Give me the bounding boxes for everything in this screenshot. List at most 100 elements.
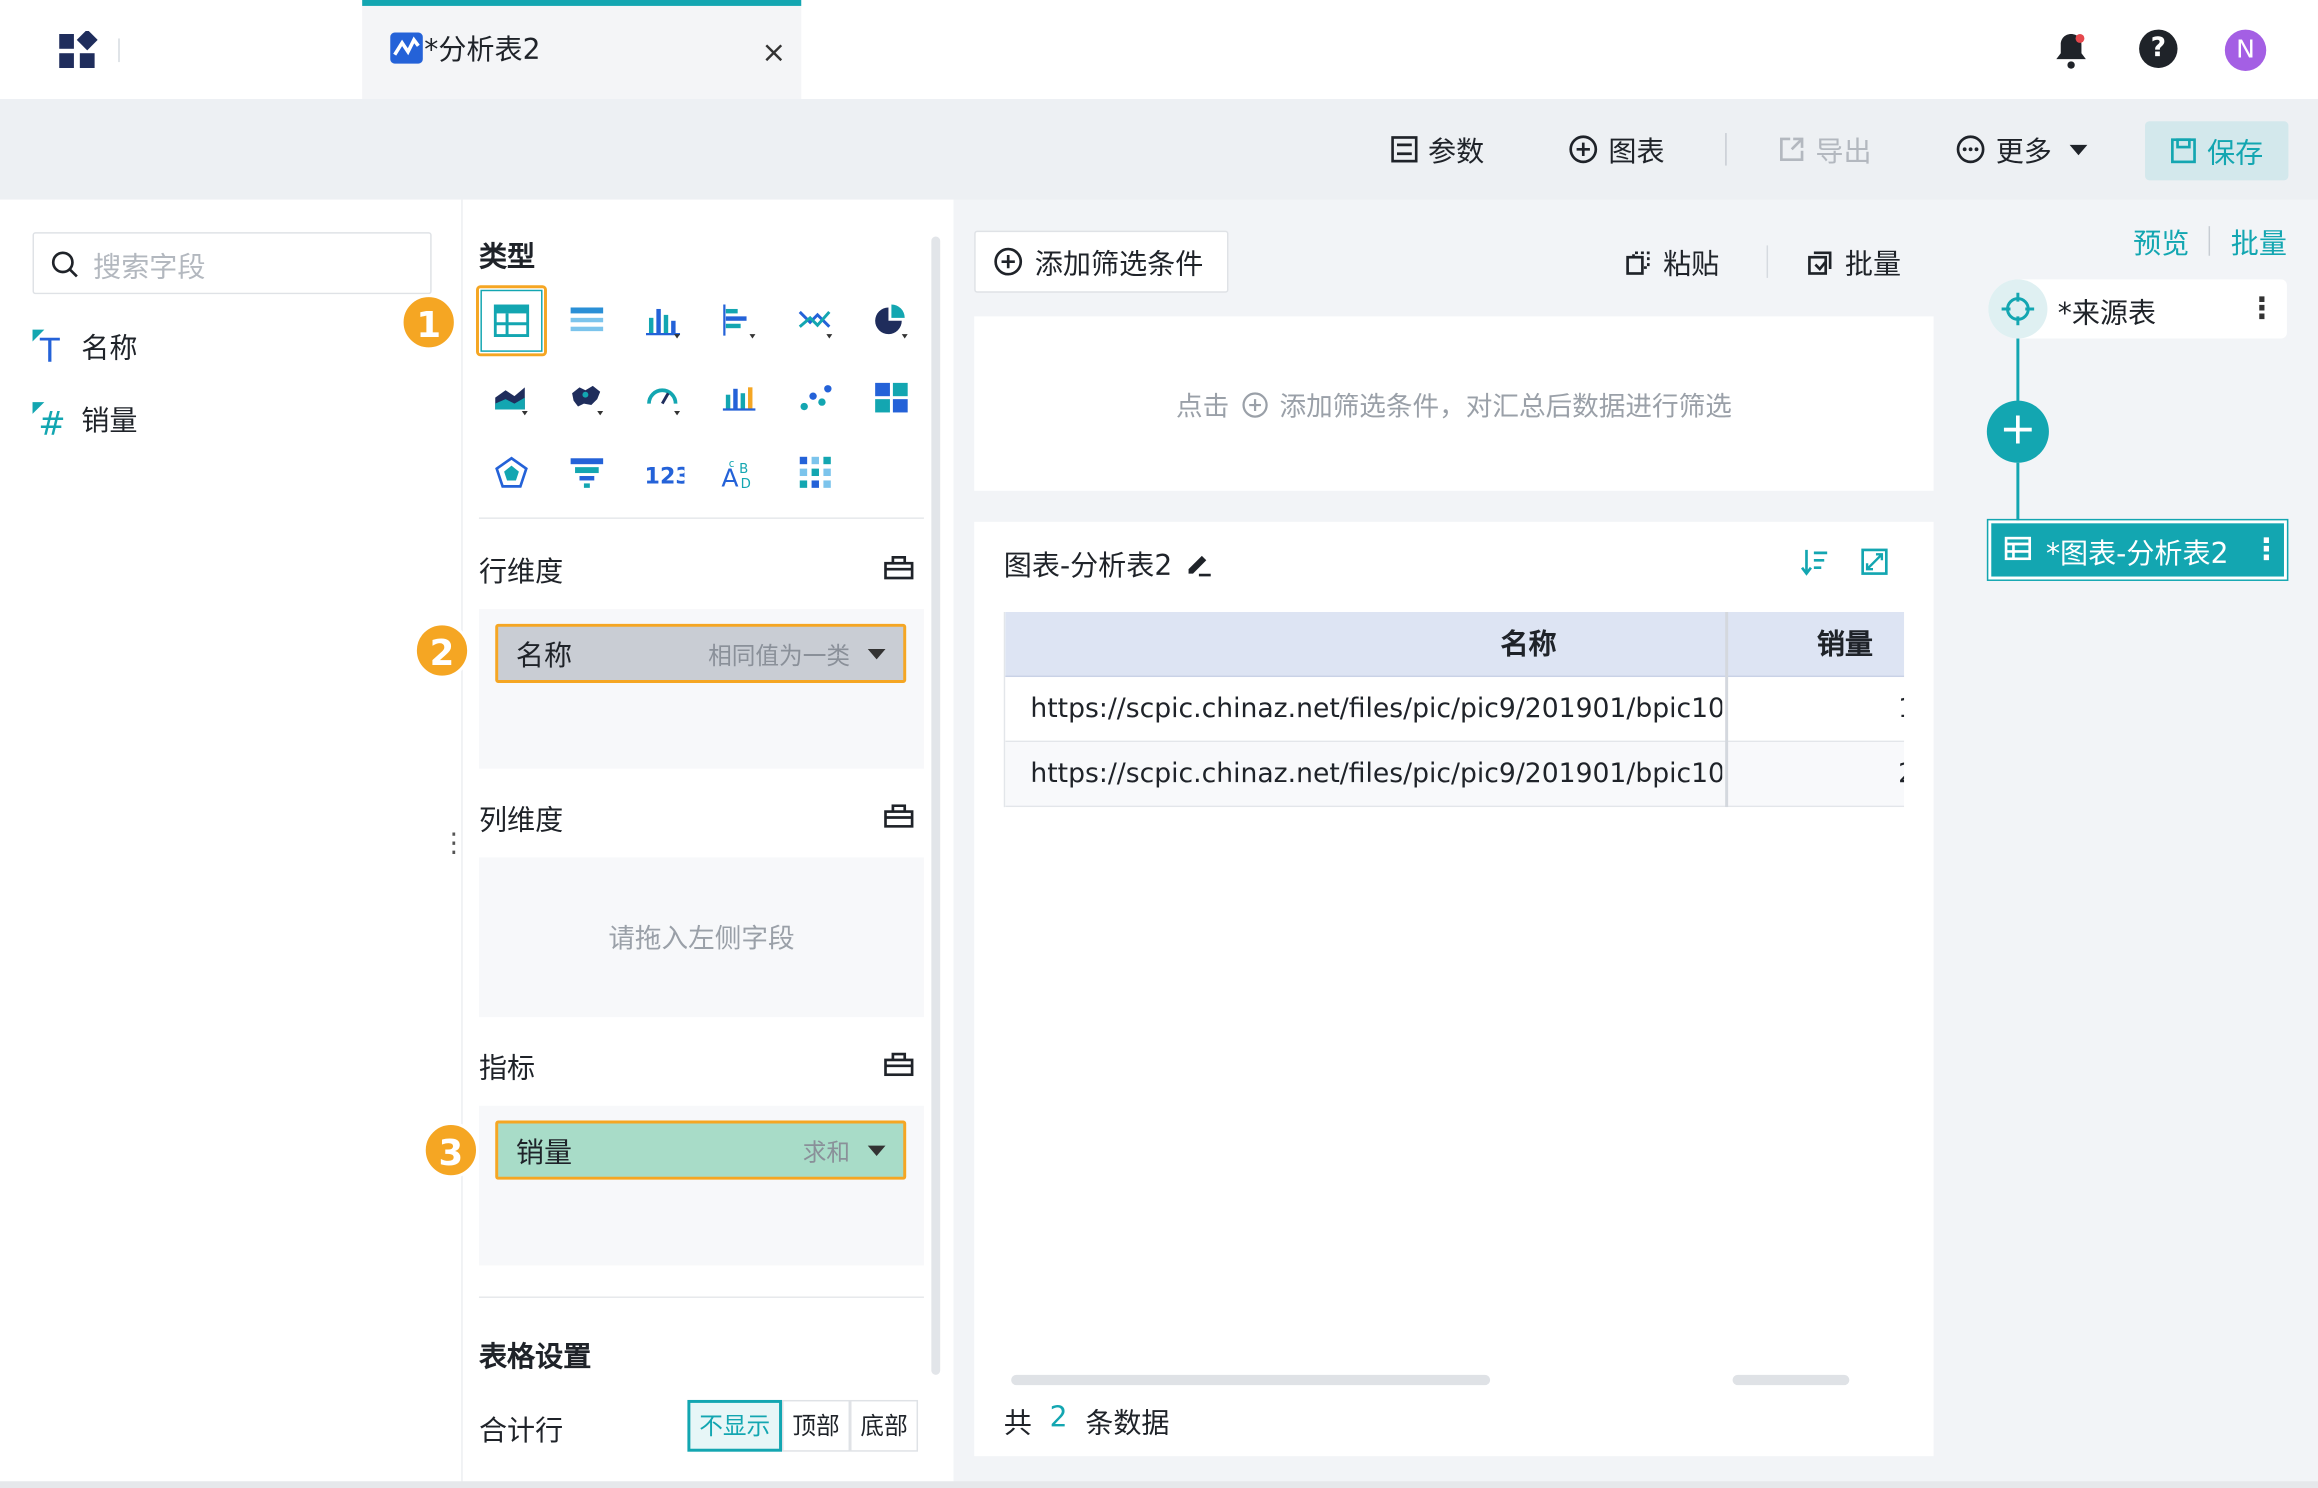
toolbar-divider bbox=[1725, 133, 1727, 166]
paste-icon bbox=[1625, 249, 1652, 276]
col-dim-title: 列维度 bbox=[478, 804, 564, 837]
combo-chart-icon[interactable] bbox=[705, 364, 773, 432]
cell-name: https://scpic.chinaz.net/files/pic/pic9/… bbox=[1030, 758, 1723, 790]
total-row-hide[interactable]: 不显示 bbox=[687, 1399, 783, 1452]
scatter-chart-icon[interactable] bbox=[782, 364, 850, 432]
metric-pill-sales[interactable]: 销量 求和 bbox=[495, 1120, 907, 1180]
toolbox-icon[interactable] bbox=[884, 1052, 914, 1077]
word-cloud-icon[interactable]: ABDc bbox=[705, 439, 773, 507]
radar-chart-icon[interactable] bbox=[477, 439, 545, 507]
row-count-number: 2 bbox=[1049, 1401, 1068, 1434]
more-button[interactable]: 更多 bbox=[1956, 130, 2088, 168]
detail-table-icon[interactable] bbox=[553, 287, 621, 355]
paste-label: 粘贴 bbox=[1663, 248, 1720, 281]
divider bbox=[1766, 245, 1769, 278]
apps-icon[interactable] bbox=[59, 31, 98, 69]
toolbox-icon[interactable] bbox=[884, 555, 914, 580]
header-name[interactable]: 名称 bbox=[1500, 612, 1556, 677]
add-chart-button[interactable]: 图表 bbox=[1568, 130, 1665, 168]
type-title: 类型 bbox=[478, 240, 536, 274]
more-label: 更多 bbox=[1995, 135, 2052, 168]
config-scrollbar[interactable] bbox=[931, 236, 941, 1375]
tab-title: *分析表2 bbox=[424, 34, 541, 67]
horizontal-bar-icon[interactable] bbox=[705, 287, 773, 355]
dashboard-block-icon[interactable] bbox=[857, 364, 925, 432]
chart-node-label: *图表-分析表2 bbox=[2045, 538, 2229, 571]
field-panel bbox=[0, 199, 462, 1488]
data-table: 名称 销量 https://scpic.chinaz.net/files/pic… bbox=[1003, 612, 1905, 808]
chart-title: 图表-分析表2 bbox=[1003, 549, 1173, 583]
total-row-bottom[interactable]: 底部 bbox=[850, 1399, 919, 1452]
column-divider[interactable] bbox=[1725, 612, 1729, 808]
toolbox-icon[interactable] bbox=[884, 804, 914, 828]
more-circle-icon bbox=[1956, 135, 1986, 165]
top-bar bbox=[0, 0, 2318, 100]
table-row[interactable]: https://scpic.chinaz.net/files/pic/pic9/… bbox=[1005, 677, 1905, 743]
paste-button[interactable]: 粘贴 bbox=[1625, 242, 1720, 282]
svg-text:T: T bbox=[39, 331, 60, 365]
bell-icon[interactable] bbox=[2053, 31, 2088, 69]
funnel-chart-icon[interactable] bbox=[553, 439, 621, 507]
add-filter-button[interactable]: 添加筛选条件 bbox=[974, 230, 1229, 293]
gauge-chart-icon[interactable] bbox=[630, 364, 698, 432]
text-field-icon: T bbox=[31, 327, 69, 366]
expand-icon[interactable] bbox=[1860, 547, 1890, 577]
chart-label: 图表 bbox=[1608, 135, 1665, 168]
horizontal-scrollbar-left[interactable] bbox=[1011, 1374, 1491, 1386]
avatar[interactable]: N bbox=[2224, 29, 2267, 71]
add-filter-label: 添加筛选条件 bbox=[1034, 247, 1204, 281]
more-vertical-icon[interactable]: ⋮ bbox=[2251, 531, 2281, 566]
line-chart-icon[interactable] bbox=[782, 287, 850, 355]
add-node-button[interactable]: + bbox=[1986, 400, 2049, 463]
svg-text:c: c bbox=[729, 458, 735, 470]
field-item-name[interactable]: T 名称 bbox=[31, 327, 138, 367]
caret-down-icon[interactable] bbox=[867, 1144, 886, 1156]
close-icon[interactable]: × bbox=[761, 34, 786, 69]
pie-chart-icon[interactable] bbox=[857, 287, 925, 355]
kpi-number-icon[interactable]: 123 bbox=[630, 439, 698, 507]
area-chart-icon[interactable] bbox=[477, 364, 545, 432]
help-icon[interactable]: ? bbox=[2139, 29, 2178, 69]
edit-icon[interactable] bbox=[1184, 548, 1214, 578]
batch-link[interactable]: 批量 bbox=[2231, 222, 2287, 262]
map-chart-icon[interactable] bbox=[553, 364, 621, 432]
filter-hint-suffix: 添加筛选条件，对汇总后数据进行筛选 bbox=[1279, 391, 1732, 423]
batch-button[interactable]: 批量 bbox=[1806, 242, 1901, 282]
row-count: 共 2 条数据 bbox=[1004, 1401, 1170, 1441]
export-label: 导出 bbox=[1815, 135, 1872, 168]
plus-circle-icon bbox=[1241, 392, 1268, 419]
table-type-icon[interactable] bbox=[477, 287, 545, 355]
pill-label: 名称 bbox=[515, 639, 573, 672]
heatmap-icon[interactable] bbox=[782, 439, 850, 507]
bar-chart-icon[interactable] bbox=[630, 287, 698, 355]
col-dim-placeholder: 请拖入左侧字段 bbox=[608, 923, 795, 955]
sort-icon[interactable] bbox=[1800, 547, 1831, 577]
flow-connector bbox=[2016, 462, 2020, 522]
header-sales[interactable]: 销量 bbox=[1817, 612, 1873, 677]
table-header: 名称 销量 bbox=[1005, 612, 1905, 678]
cell-sales: 2 bbox=[1898, 742, 1904, 807]
filter-hint-prefix: 点击 bbox=[1175, 391, 1230, 423]
field-item-sales[interactable]: # 销量 bbox=[31, 399, 138, 439]
param-label: 参数 bbox=[1428, 135, 1485, 168]
horizontal-scrollbar-right[interactable] bbox=[1732, 1374, 1850, 1386]
cell-sales: 1 bbox=[1898, 677, 1904, 742]
caret-down-icon[interactable] bbox=[867, 648, 886, 659]
step-badge-3: 3 bbox=[422, 1122, 479, 1179]
table-row[interactable]: https://scpic.chinaz.net/files/pic/pic9/… bbox=[1005, 742, 1905, 808]
save-icon bbox=[2170, 137, 2197, 164]
source-node-label: *来源表 bbox=[2057, 297, 2157, 330]
crosshair-icon bbox=[1988, 279, 2048, 339]
more-vertical-icon[interactable]: ⋮ bbox=[2247, 290, 2277, 325]
row-dim-title: 行维度 bbox=[478, 555, 564, 589]
param-button[interactable]: 参数 bbox=[1391, 130, 1484, 168]
row-count-suffix: 条数据 bbox=[1085, 1407, 1170, 1440]
row-dim-pill-name[interactable]: 名称 相同值为一类 bbox=[495, 623, 907, 683]
caret-down-icon bbox=[2069, 144, 2088, 155]
save-button[interactable]: 保存 bbox=[2145, 121, 2289, 181]
preview-link[interactable]: 预览 bbox=[2133, 222, 2189, 262]
total-row-top[interactable]: 顶部 bbox=[782, 1399, 851, 1452]
export-button[interactable]: 导出 bbox=[1778, 130, 1872, 168]
window-bottom-edge bbox=[0, 1481, 2318, 1488]
number-field-icon: # bbox=[31, 400, 69, 438]
